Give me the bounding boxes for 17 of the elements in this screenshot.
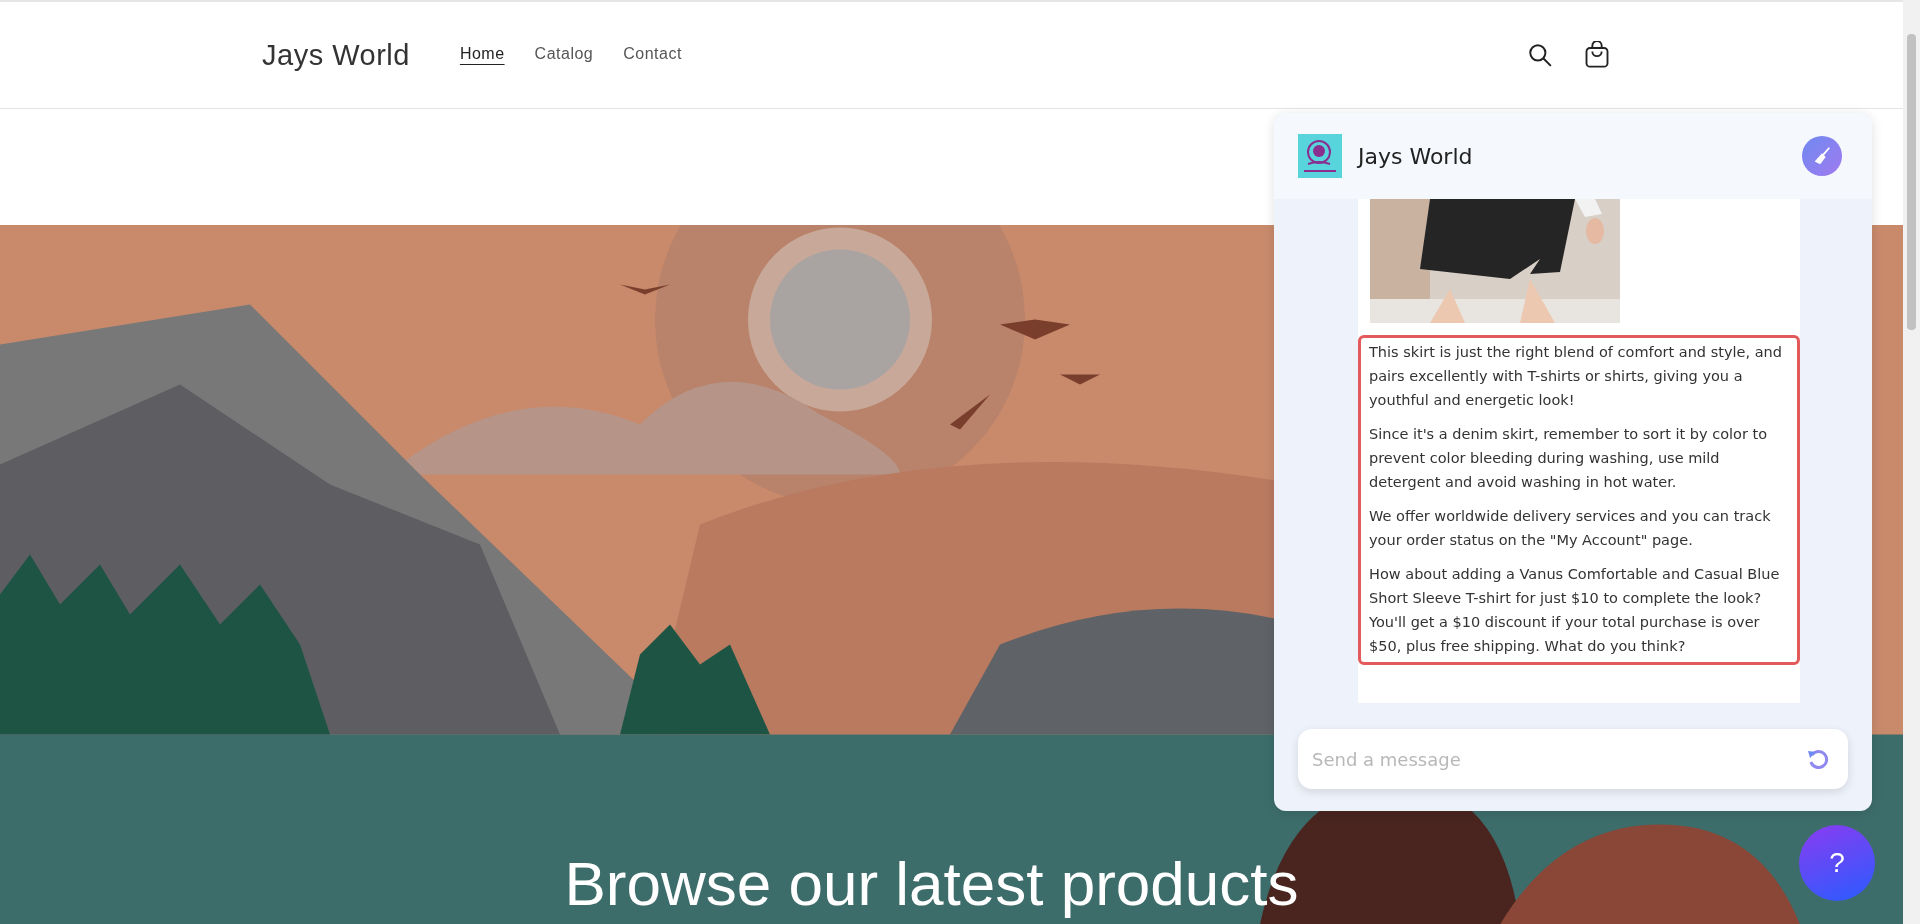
refresh-icon[interactable] [1806,747,1830,771]
store-name[interactable]: Jays World [262,38,410,72]
message-paragraph: This skirt is just the right blend of comfort and style, and pairs excellently with T-shirts or shirts, giving you a youthful and energetic look! [1369,343,1783,410]
nav-link[interactable]: Contact [623,45,682,65]
search-icon[interactable] [1527,42,1553,68]
nav-link[interactable]: Home [459,45,505,65]
bag-icon[interactable] [1583,41,1611,69]
message-paragraph: How about adding a Vanus Comfortable and Casual Blue Short Sleeve T-shirt for just $10 to complete the look? You'll get a $10 discount if your total purchase is over $50, plus free shipping. What do you think? [1369,565,1781,656]
chat-title: Jays World [1358,143,1473,169]
message-paragraph: We offer worldwide delivery services and you can track your order status on the "My Account" page. [1369,507,1772,550]
hero-title: Browse our latest products [564,849,1300,918]
store-logo-icon [1298,134,1342,178]
nav-link[interactable]: Catalog [534,45,594,65]
clear-chat-button[interactable] [1802,136,1842,176]
message-input[interactable]: Send a message [1298,729,1848,789]
message-paragraph: Since it's a denim skirt, remember to sort it by color to prevent color bleeding during washing, use mild detergent and avoid washing in hot water. [1369,425,1769,492]
scrollbar[interactable] [1903,0,1920,924]
